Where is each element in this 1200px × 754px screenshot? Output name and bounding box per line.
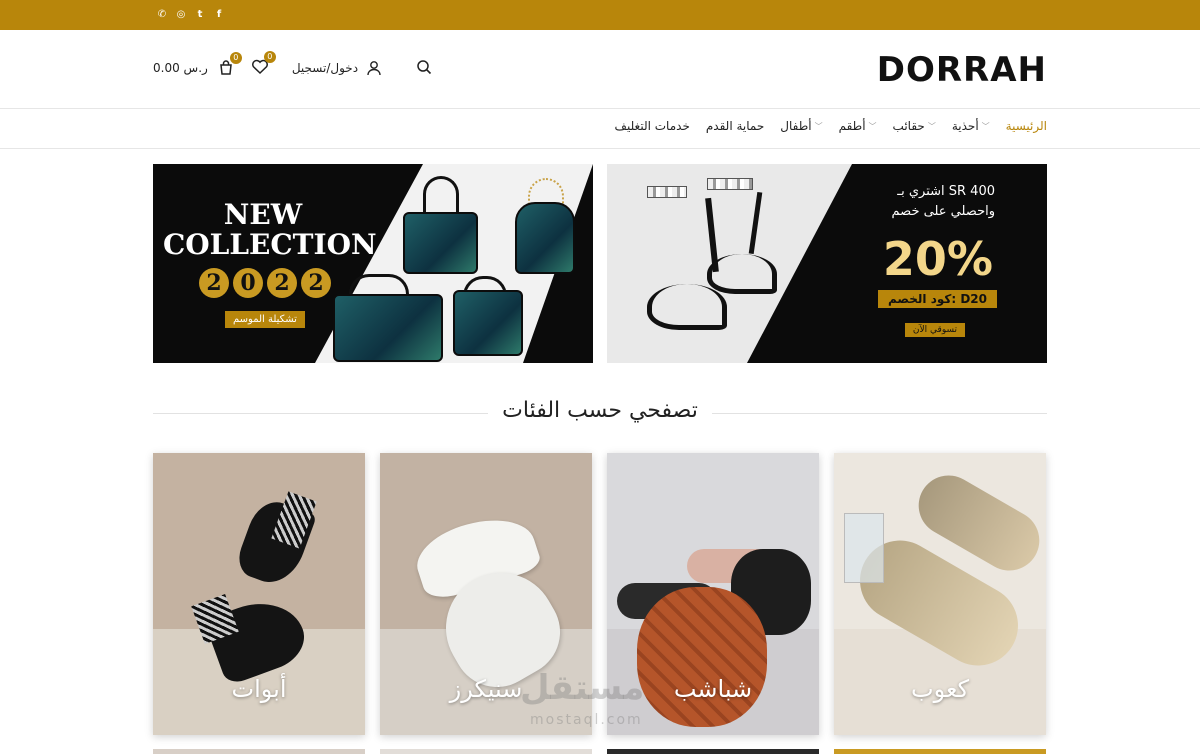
nav-item-foot-care[interactable]: حماية القدم xyxy=(706,119,764,133)
search-icon xyxy=(414,57,434,77)
nav-item-label: حماية القدم xyxy=(705,119,765,133)
section-title: تصفحي حسب الفئات xyxy=(502,398,698,423)
watermark: مستقل xyxy=(520,668,645,708)
category-card-heels[interactable]: كعوب xyxy=(834,453,1046,735)
offer-line: واحصلي على خصم xyxy=(891,204,995,219)
nav-item-packaging[interactable]: خدمات التغليف xyxy=(615,119,690,133)
instagram-icon[interactable]: ◎ xyxy=(175,8,187,20)
section-divider xyxy=(153,413,488,414)
nav-item-home[interactable]: الرئيسية xyxy=(1006,119,1047,133)
heel-strap xyxy=(647,186,687,198)
cart-total: 0.00 ر.س xyxy=(153,61,208,75)
site-logo[interactable]: DORRAH xyxy=(877,50,1047,90)
user-icon xyxy=(364,58,384,78)
chevron-down-icon: ﹀ xyxy=(981,121,990,131)
nav-item-label: أطفال xyxy=(780,119,812,133)
banner-heading-line: COLLECTION xyxy=(163,228,377,261)
category-card-boots[interactable]: أبوات xyxy=(153,453,365,735)
year-digit: 2 xyxy=(267,268,297,298)
cart-count-badge: 0 xyxy=(229,52,242,64)
chevron-down-icon: ﹀ xyxy=(927,121,936,131)
main-navigation: الرئيسية أحذية ﹀ حقائب ﹀ أطقم ﹀ أطفال ﹀ حماي… xyxy=(0,109,1200,149)
account-link[interactable]: دخول/تسجيل xyxy=(292,58,384,78)
heel-strap xyxy=(707,178,753,190)
slipper-image xyxy=(637,587,767,727)
banner-year: 2 0 2 2 xyxy=(199,268,331,298)
nav-item-label: الرئيسية xyxy=(1005,119,1047,133)
wishlist-button[interactable]: 0 xyxy=(250,51,276,79)
bag-image xyxy=(403,212,478,274)
discount-banner[interactable]: اشتري بـ SR 400 واحصلي على خصم 20% كود ا… xyxy=(607,164,1047,363)
twitter-icon[interactable]: t xyxy=(194,8,206,20)
nav-item-bags[interactable]: حقائب ﹀ xyxy=(893,119,936,133)
year-digit: 0 xyxy=(233,268,263,298)
chevron-down-icon: ﹀ xyxy=(814,121,823,131)
section-divider xyxy=(712,413,1047,414)
heel-spike xyxy=(705,197,719,273)
search-button[interactable] xyxy=(414,57,434,79)
discount-percent: 20% xyxy=(882,232,993,286)
chevron-down-icon: ﹀ xyxy=(868,121,877,131)
header-tools: 0.00 ر.س 0 0 دخول/تسجيل xyxy=(153,51,434,80)
bag-handle xyxy=(423,176,459,216)
category-label: أبوات xyxy=(231,675,287,703)
social-links: ✆ ◎ t f xyxy=(156,8,225,20)
nav-item-label: حقائب xyxy=(892,119,925,133)
heel-spike xyxy=(748,191,763,255)
heel-image xyxy=(647,284,727,330)
cart-button[interactable]: 0.00 ر.س 0 xyxy=(153,52,242,78)
facebook-icon[interactable]: f xyxy=(213,8,225,20)
new-collection-banner[interactable]: NEW COLLECTION 2 0 2 2 تشكيلة الموسم xyxy=(153,164,593,363)
nav-item-sets[interactable]: أطقم ﹀ xyxy=(839,119,877,133)
nav-item-label: خدمات التغليف xyxy=(614,119,690,133)
account-label: دخول/تسجيل xyxy=(291,61,359,75)
banner-heading-line: NEW xyxy=(223,198,303,231)
site-header: 0.00 ر.س 0 0 دخول/تسجيل DORRAH xyxy=(0,30,1200,109)
category-card-peek[interactable] xyxy=(834,749,1046,754)
nav-item-label: أحذية xyxy=(951,119,979,133)
whatsapp-icon[interactable]: ✆ xyxy=(156,8,168,20)
watermark-url: mostaql.com xyxy=(530,712,643,728)
offer-line: اشتري بـ SR 400 xyxy=(897,184,995,199)
bag-image xyxy=(453,290,523,356)
year-digit: 2 xyxy=(301,268,331,298)
wishlist-count-badge: 0 xyxy=(263,51,276,63)
bag-image xyxy=(333,294,443,362)
clear-heel xyxy=(844,513,884,583)
offer-text: اشتري بـ SR 400 واحصلي على خصم xyxy=(892,182,995,222)
category-card-peek[interactable] xyxy=(607,749,819,754)
season-tag: تشكيلة الموسم xyxy=(225,311,305,328)
year-digit: 2 xyxy=(199,268,229,298)
nav-item-shoes[interactable]: أحذية ﹀ xyxy=(952,119,990,133)
top-bar: ✆ ◎ t f xyxy=(0,0,1200,30)
bag-image xyxy=(515,202,575,274)
category-label: كعوب xyxy=(911,675,969,703)
cart-icon: 0 xyxy=(216,52,242,78)
heart-icon: 0 xyxy=(250,51,276,77)
category-card-peek[interactable] xyxy=(380,749,592,754)
nav-item-kids[interactable]: أطفال ﹀ xyxy=(780,119,822,133)
banner-heading: NEW COLLECTION xyxy=(163,198,377,261)
category-card-peek[interactable] xyxy=(153,749,365,754)
shop-now-button[interactable]: تسوقي الآن xyxy=(904,323,965,337)
discount-code: كود الخصم: D20 xyxy=(878,290,997,308)
nav-item-label: أطقم xyxy=(838,119,866,133)
